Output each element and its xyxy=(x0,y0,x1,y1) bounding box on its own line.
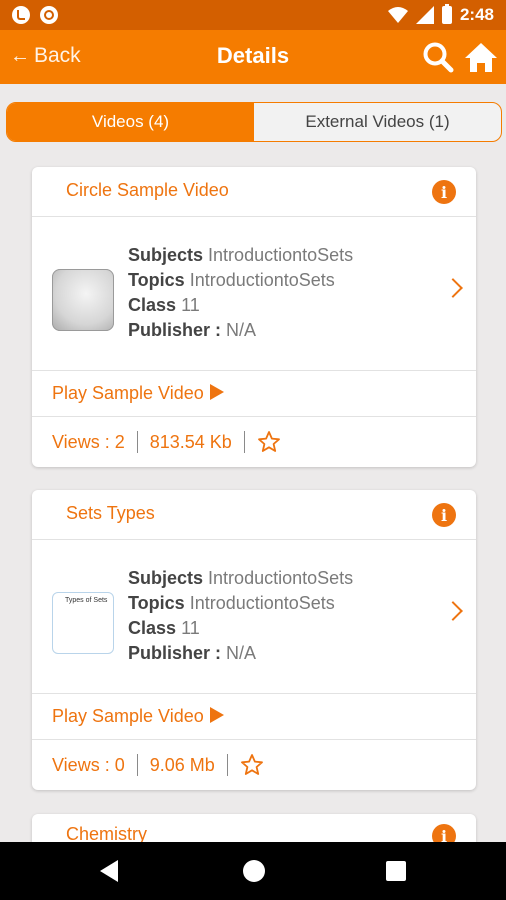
video-meta: Subjects IntroductiontoSets Topics Intro… xyxy=(128,566,353,666)
star-icon[interactable] xyxy=(240,753,264,777)
topics-key: Topics xyxy=(128,270,185,290)
topics-key: Topics xyxy=(128,593,185,613)
file-size: 813.54 Kb xyxy=(149,431,232,452)
video-meta: Subjects IntroductiontoSets Topics Intro… xyxy=(128,243,353,343)
music-notification-icon xyxy=(12,6,30,24)
file-size: 9.06 Mb xyxy=(149,754,215,775)
class-key: Class xyxy=(128,295,177,315)
chevron-right-icon[interactable] xyxy=(443,278,463,298)
signal-icon xyxy=(415,6,434,24)
play-sample-row[interactable]: Play Sample Video xyxy=(32,371,476,417)
class-value: 11 xyxy=(181,295,200,315)
status-time: 2:48 xyxy=(459,5,494,24)
nav-back-icon[interactable] xyxy=(100,860,118,882)
play-sample-row[interactable]: Play Sample Video xyxy=(32,694,476,740)
topics-value: IntroductiontoSets xyxy=(189,270,335,290)
search-icon[interactable] xyxy=(422,41,454,73)
wifi-icon xyxy=(387,7,408,23)
views-count: Views : 2 xyxy=(52,431,125,452)
play-icon xyxy=(209,707,224,723)
card-header: Sets Types i xyxy=(32,490,476,540)
battery-icon xyxy=(441,4,452,24)
tab-videos[interactable]: Videos (4) xyxy=(7,103,254,141)
home-icon[interactable] xyxy=(464,41,498,73)
video-title: Circle Sample Video xyxy=(66,180,229,200)
class-key: Class xyxy=(128,618,177,638)
play-sample-button[interactable]: Play Sample Video xyxy=(52,383,224,404)
tab-external-videos[interactable]: External Videos (1) xyxy=(254,103,501,141)
video-thumbnail: Types of Sets xyxy=(52,592,114,654)
play-sample-button[interactable]: Play Sample Video xyxy=(52,706,224,727)
divider xyxy=(226,754,228,776)
nav-recents-icon[interactable] xyxy=(386,861,406,881)
video-card: Circle Sample Video i Subjects Introduct… xyxy=(32,167,476,467)
app-bar: ← Back Details xyxy=(0,30,506,84)
info-icon[interactable]: i xyxy=(432,503,456,527)
subjects-value: IntroductiontoSets xyxy=(208,568,354,588)
class-value: 11 xyxy=(181,618,200,638)
tab-bar: Videos (4) External Videos (1) xyxy=(6,102,502,142)
chevron-right-icon[interactable] xyxy=(443,601,463,621)
thumbnail-caption: Types of Sets xyxy=(65,597,108,604)
topics-value: IntroductiontoSets xyxy=(189,593,335,613)
card-header: Circle Sample Video i xyxy=(32,167,476,217)
video-title: Sets Types xyxy=(66,503,155,523)
record-notification-icon xyxy=(40,6,58,24)
subjects-key: Subjects xyxy=(128,245,204,265)
subjects-key: Subjects xyxy=(128,568,204,588)
video-card: Sets Types i Types of Sets Subjects Intr… xyxy=(32,490,476,790)
divider xyxy=(243,431,245,453)
views-count: Views : 0 xyxy=(52,754,125,775)
video-details[interactable]: Types of Sets Subjects IntroductiontoSet… xyxy=(32,540,476,694)
system-nav-bar xyxy=(0,842,506,900)
publisher-value: N/A xyxy=(226,320,257,340)
nav-home-icon[interactable] xyxy=(243,860,265,882)
publisher-key: Publisher : xyxy=(128,320,222,340)
divider xyxy=(136,431,138,453)
publisher-value: N/A xyxy=(226,643,257,663)
publisher-key: Publisher : xyxy=(128,643,222,663)
stats-row: Views : 2 813.54 Kb xyxy=(32,417,476,467)
play-icon xyxy=(209,384,224,400)
subjects-value: IntroductiontoSets xyxy=(208,245,354,265)
status-bar: 2:48 xyxy=(0,0,506,30)
star-icon[interactable] xyxy=(257,430,281,454)
info-icon[interactable]: i xyxy=(432,180,456,204)
stats-row: Views : 0 9.06 Mb xyxy=(32,740,476,790)
video-details[interactable]: Subjects IntroductiontoSets Topics Intro… xyxy=(32,217,476,371)
video-thumbnail xyxy=(52,269,114,331)
divider xyxy=(136,754,138,776)
